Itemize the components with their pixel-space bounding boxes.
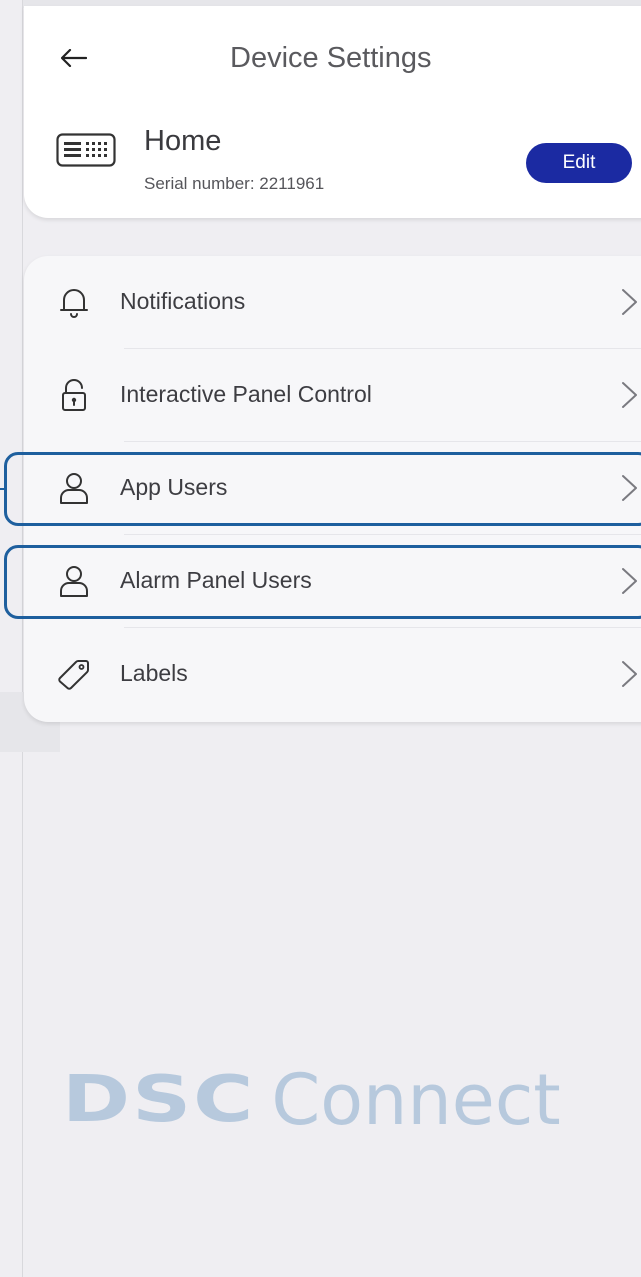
device-serial-number: Serial number: 2211961 — [144, 174, 325, 193]
back-button[interactable] — [52, 40, 96, 76]
logo-connect-text: Connect — [271, 1059, 561, 1141]
arrow-left-icon — [61, 49, 87, 67]
page-title: Device Settings — [230, 42, 432, 74]
chevron-right-icon — [622, 661, 637, 687]
menu-item-label: Alarm Panel Users — [120, 567, 312, 593]
menu-item-label: Notifications — [120, 288, 246, 314]
menu-item-alarm-panel-users[interactable]: Alarm Panel Users — [24, 535, 641, 628]
highlight-connector — [0, 488, 6, 490]
menu-item-labels[interactable]: Labels — [24, 628, 641, 721]
bell-icon — [60, 289, 88, 318]
user-icon — [60, 566, 88, 597]
device-header-card — [24, 6, 641, 218]
menu-item-interactive-panel-control[interactable]: Interactive Panel Control — [24, 349, 641, 442]
device-settings-screen: Device Settings Home Serial number: 2211… — [0, 0, 641, 1277]
keypad-icon — [56, 133, 116, 167]
chevron-right-icon — [622, 382, 637, 408]
device-name: Home — [144, 125, 222, 157]
menu-item-app-users[interactable]: App Users — [24, 442, 641, 535]
chevron-right-icon — [622, 475, 637, 501]
menu-item-label: Interactive Panel Control — [120, 381, 372, 407]
tag-icon — [58, 660, 89, 690]
chevron-right-icon — [622, 289, 637, 315]
menu-item-notifications[interactable]: Notifications — [24, 256, 641, 349]
logo-dsc-text: DSC — [62, 1062, 256, 1137]
left-edge-divider — [22, 0, 23, 1277]
edit-device-button[interactable]: Edit — [526, 143, 632, 183]
chevron-right-icon — [622, 568, 637, 594]
menu-item-label: Labels — [120, 660, 188, 686]
user-icon — [60, 473, 88, 504]
settings-menu-list: Notifications Interactive Panel Control — [24, 256, 641, 722]
dsc-connect-logo: DSC Connect — [62, 1060, 561, 1140]
menu-item-label: App Users — [120, 474, 228, 500]
lock-icon — [62, 379, 86, 411]
